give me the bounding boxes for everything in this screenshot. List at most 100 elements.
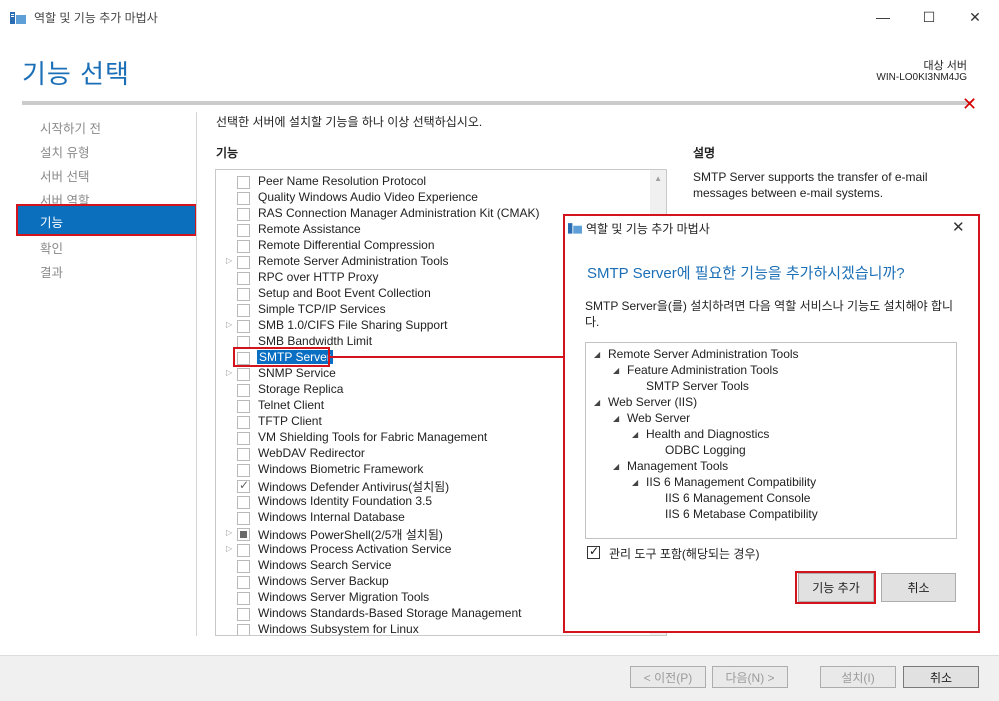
required-features-tree[interactable]: ◢ Remote Server Administration Tools ◢ Feat…	[585, 342, 957, 539]
feature-label[interactable]: Remote Assistance	[258, 222, 361, 236]
next-button[interactable]: 다음(N) >	[712, 666, 788, 688]
tree-collapse-icon[interactable]: ◢	[632, 478, 638, 487]
feature-label[interactable]: Windows Server Migration Tools	[258, 590, 429, 604]
include-tools-label[interactable]: 관리 도구 포함(해당되는 경우)	[609, 545, 759, 562]
feature-label[interactable]: TFTP Client	[258, 414, 322, 428]
expand-arrow-icon[interactable]: ▷	[226, 320, 232, 329]
feature-checkbox[interactable]	[237, 496, 250, 509]
feature-checkbox[interactable]	[237, 256, 250, 269]
feature-checkbox[interactable]	[237, 400, 250, 413]
scroll-up-icon[interactable]: ▲	[654, 174, 662, 183]
expand-arrow-icon[interactable]: ▷	[226, 256, 232, 265]
description-heading: 설명	[693, 146, 716, 160]
previous-button[interactable]: < 이전(P)	[630, 666, 706, 688]
feature-checkbox[interactable]	[237, 544, 250, 557]
feature-label[interactable]: Remote Server Administration Tools	[258, 254, 449, 268]
feature-checkbox[interactable]	[237, 208, 250, 221]
expand-arrow-icon[interactable]: ▷	[226, 368, 232, 377]
instruction-text: 선택한 서버에 설치할 기능을 하나 이상 선택하십시오.	[216, 115, 483, 129]
expand-arrow-icon[interactable]: ▷	[226, 528, 232, 537]
feature-checkbox[interactable]	[237, 176, 250, 189]
feature-label[interactable]: SMB Bandwidth Limit	[258, 334, 372, 348]
features-heading: 기능	[216, 146, 239, 160]
feature-label[interactable]: Windows Biometric Framework	[258, 462, 423, 476]
close-window-button[interactable]: ✕	[952, 4, 998, 30]
install-button[interactable]: 설치(I)	[820, 666, 896, 688]
feature-label[interactable]: Windows Search Service	[258, 558, 391, 572]
feature-checkbox[interactable]	[237, 240, 250, 253]
feature-label[interactable]: WebDAV Redirector	[258, 446, 365, 460]
tree-collapse-icon[interactable]: ◢	[613, 462, 619, 471]
close-wizard-icon[interactable]: ✕	[962, 94, 977, 115]
include-tools-checkbox[interactable]	[587, 544, 600, 559]
feature-label[interactable]: Windows Standards-Based Storage Manageme…	[258, 606, 521, 620]
feature-checkbox[interactable]	[237, 384, 250, 397]
feature-checkbox[interactable]	[237, 368, 250, 381]
nav-item[interactable]: 설치 유형	[40, 142, 89, 161]
tree-collapse-icon[interactable]: ◢	[632, 430, 638, 439]
feature-label[interactable]: Windows Identity Foundation 3.5	[258, 494, 432, 508]
tree-collapse-icon[interactable]: ◢	[613, 414, 619, 423]
feature-label[interactable]: Windows Process Activation Service	[258, 542, 451, 556]
nav-item[interactable]: 시작하기 전	[40, 118, 101, 137]
feature-label[interactable]: SMB 1.0/CIFS File Sharing Support	[258, 318, 447, 332]
feature-label[interactable]: Telnet Client	[258, 398, 324, 412]
feature-description: SMTP Server supports the transfer of e-m…	[693, 170, 928, 200]
feature-checkbox[interactable]	[237, 432, 250, 445]
tree-collapse-icon[interactable]: ◢	[613, 366, 619, 375]
feature-label[interactable]: Windows Subsystem for Linux	[258, 622, 419, 635]
feature-label[interactable]: VM Shielding Tools for Fabric Management	[258, 430, 487, 444]
feature-checkbox[interactable]	[237, 464, 250, 477]
cancel-button[interactable]: 취소	[903, 666, 979, 688]
feature-label[interactable]: RPC over HTTP Proxy	[258, 270, 378, 284]
tree-node: Web Server	[627, 411, 691, 425]
feature-label[interactable]: SNMP Service	[258, 366, 336, 380]
minimize-button[interactable]: —	[860, 4, 906, 30]
feature-label[interactable]: Simple TCP/IP Services	[258, 302, 386, 316]
feature-label[interactable]: Windows Internal Database	[258, 510, 405, 524]
feature-row[interactable]: Quality Windows Audio Video Experience	[216, 190, 646, 206]
feature-checkbox[interactable]	[237, 478, 250, 493]
feature-checkbox[interactable]	[237, 608, 250, 621]
feature-checkbox[interactable]	[237, 304, 250, 317]
feature-label[interactable]: Windows Defender Antivirus(설치됨)	[258, 478, 449, 495]
feature-checkbox[interactable]	[237, 624, 250, 635]
feature-label[interactable]: Quality Windows Audio Video Experience	[258, 190, 478, 204]
target-server-label: 대상 서버	[923, 60, 967, 72]
feature-label[interactable]: Setup and Boot Event Collection	[258, 286, 431, 300]
nav-item[interactable]: 서버 선택	[40, 166, 89, 185]
tree-collapse-icon[interactable]: ◢	[594, 398, 600, 407]
tree-node: Management Tools	[627, 459, 729, 473]
feature-checkbox[interactable]	[237, 528, 250, 541]
tree-node: Remote Server Administration Tools	[608, 347, 799, 361]
feature-checkbox[interactable]	[237, 272, 250, 285]
feature-checkbox[interactable]	[237, 224, 250, 237]
feature-checkbox[interactable]	[237, 192, 250, 205]
callout-connector	[330, 356, 564, 358]
feature-checkbox[interactable]	[237, 288, 250, 301]
maximize-button[interactable]: ☐	[906, 4, 952, 30]
feature-label[interactable]: Storage Replica	[258, 382, 343, 396]
feature-checkbox[interactable]	[237, 512, 250, 525]
feature-checkbox[interactable]	[237, 448, 250, 461]
dialog-cancel-button[interactable]: 취소	[881, 573, 956, 602]
feature-checkbox[interactable]	[237, 560, 250, 573]
tree-node: Web Server (IIS)	[608, 395, 698, 409]
feature-label[interactable]: Remote Differential Compression	[258, 238, 435, 252]
feature-checkbox[interactable]	[237, 416, 250, 429]
tree-collapse-icon[interactable]: ◢	[594, 350, 600, 359]
feature-checkbox[interactable]	[237, 320, 250, 333]
feature-checkbox[interactable]	[237, 592, 250, 605]
nav-item[interactable]: 확인	[40, 238, 63, 257]
add-button-highlight-box	[795, 571, 876, 604]
feature-label[interactable]: Peer Name Resolution Protocol	[258, 174, 426, 188]
feature-label[interactable]: RAS Connection Manager Administration Ki…	[258, 206, 539, 220]
nav-item[interactable]: 결과	[40, 262, 63, 281]
feature-row[interactable]: Peer Name Resolution Protocol	[216, 174, 646, 190]
feature-checkbox[interactable]	[237, 576, 250, 589]
tree-node: IIS 6 Management Compatibility	[646, 475, 817, 489]
dialog-close-icon[interactable]: ✕	[952, 218, 965, 236]
feature-label[interactable]: Windows PowerShell(2/5개 설치됨)	[258, 526, 443, 543]
feature-label[interactable]: Windows Server Backup	[258, 574, 389, 588]
expand-arrow-icon[interactable]: ▷	[226, 544, 232, 553]
